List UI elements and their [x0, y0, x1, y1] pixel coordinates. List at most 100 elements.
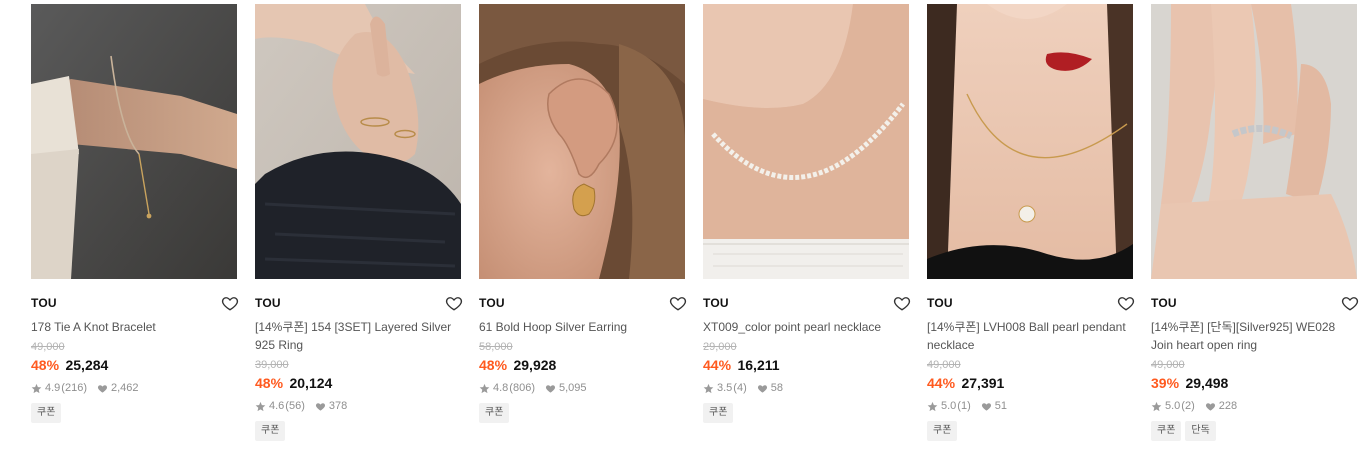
wishlist-heart-icon[interactable] — [1341, 294, 1359, 312]
product-card: TOU [14%쿠폰] [단독][Silver925] WE028 Join h… — [1151, 4, 1359, 441]
like-count: 228 — [1218, 400, 1238, 412]
original-price: 39,000 — [255, 359, 289, 371]
product-name[interactable]: 178 Tie A Knot Bracelet — [31, 318, 237, 336]
heart-icon — [545, 383, 556, 394]
product-image[interactable] — [1151, 4, 1357, 279]
heart-icon — [981, 401, 992, 412]
product-card: TOU [14%쿠폰] 154 [3SET] Layered Silver 92… — [255, 4, 463, 441]
discount-rate: 44% — [927, 375, 956, 391]
original-price: 58,000 — [479, 341, 513, 353]
coupon-badge: 쿠폰 — [31, 403, 62, 423]
original-price: 49,000 — [927, 359, 961, 371]
sale-price: 27,391 — [961, 375, 1005, 391]
brand-name: TOU — [1151, 296, 1177, 310]
brand-row: TOU — [255, 292, 463, 314]
badge-list: 쿠폰 — [255, 421, 461, 441]
original-price: 29,000 — [703, 341, 737, 353]
brand-row: TOU — [479, 292, 687, 314]
star-icon — [927, 401, 938, 412]
product-image[interactable] — [703, 4, 909, 279]
star-icon — [255, 401, 266, 412]
ring-photo — [255, 4, 461, 279]
coupon-badge: 쿠폰 — [479, 403, 510, 423]
badge-list: 쿠폰 단독 — [1151, 421, 1357, 441]
review-count: (806) — [509, 382, 535, 394]
price-row: 48% 25,284 — [31, 356, 237, 375]
product-name[interactable]: XT009_color point pearl necklace — [703, 318, 909, 336]
product-meta: 5.0 (2) 228 — [1151, 399, 1357, 413]
likes: 2,462 — [97, 381, 139, 395]
heart-icon — [1205, 401, 1216, 412]
brand-row: TOU — [703, 292, 911, 314]
brand-row: TOU — [927, 292, 1135, 314]
original-price: 49,000 — [31, 341, 65, 353]
badge-list: 쿠폰 — [31, 403, 237, 423]
product-card: TOU [14%쿠폰] LVH008 Ball pearl pendant ne… — [927, 4, 1135, 441]
review-count: (1) — [957, 400, 971, 412]
price-row: 48% 29,928 — [479, 356, 685, 375]
wishlist-heart-icon[interactable] — [445, 294, 463, 312]
brand-name: TOU — [927, 296, 953, 310]
coupon-badge: 쿠폰 — [927, 421, 958, 441]
brand-name: TOU — [703, 296, 729, 310]
rating-score: 3.5 — [717, 382, 733, 394]
sale-price: 16,211 — [737, 357, 780, 373]
product-card: TOU 178 Tie A Knot Bracelet 49,000 48% 2… — [31, 4, 239, 423]
sale-price: 29,498 — [1185, 375, 1229, 391]
earring-photo — [479, 4, 685, 279]
review-count: (56) — [285, 400, 305, 412]
star-icon — [703, 383, 714, 394]
star-icon — [31, 383, 42, 394]
wishlist-heart-icon[interactable] — [221, 294, 239, 312]
discount-rate: 48% — [31, 357, 60, 373]
coupon-badge: 쿠폰 — [255, 421, 286, 441]
product-image[interactable] — [479, 4, 685, 279]
like-count: 58 — [770, 382, 783, 394]
product-card: TOU XT009_color point pearl necklace 29,… — [703, 4, 911, 423]
brand-name: TOU — [31, 296, 57, 310]
like-count: 5,095 — [558, 382, 587, 394]
product-grid: TOU 178 Tie A Knot Bracelet 49,000 48% 2… — [0, 0, 1369, 466]
likes: 228 — [1205, 399, 1237, 413]
bracelet-photo — [31, 4, 237, 279]
star-icon — [479, 383, 490, 394]
product-name[interactable]: [14%쿠폰] [단독][Silver925] WE028 Join heart… — [1151, 318, 1357, 354]
wishlist-heart-icon[interactable] — [893, 294, 911, 312]
rating-score: 5.0 — [941, 400, 957, 412]
sale-price: 25,284 — [65, 357, 109, 373]
price-row: 48% 20,124 — [255, 374, 461, 393]
badge-list: 쿠폰 — [479, 403, 685, 423]
brand-name: TOU — [479, 296, 505, 310]
like-count: 378 — [328, 400, 348, 412]
product-image[interactable] — [255, 4, 461, 279]
product-meta: 4.9 (216) 2,462 — [31, 381, 237, 395]
pendant-necklace-photo — [927, 4, 1133, 279]
product-image[interactable] — [31, 4, 237, 279]
heart-icon — [97, 383, 108, 394]
rating-score: 4.9 — [45, 382, 61, 394]
discount-rate: 39% — [1151, 375, 1180, 391]
wishlist-heart-icon[interactable] — [1117, 294, 1135, 312]
price-row: 44% 16,211 — [703, 356, 909, 375]
star-icon — [1151, 401, 1162, 412]
price-row: 39% 29,498 — [1151, 374, 1357, 393]
discount-rate: 48% — [479, 357, 508, 373]
product-image[interactable] — [927, 4, 1133, 279]
like-count: 2,462 — [110, 382, 139, 394]
product-name[interactable]: [14%쿠폰] LVH008 Ball pearl pendant neckla… — [927, 318, 1133, 354]
brand-row: TOU — [31, 292, 239, 314]
badge-list: 쿠폰 — [927, 421, 1133, 441]
product-name[interactable]: [14%쿠폰] 154 [3SET] Layered Silver 925 Ri… — [255, 318, 461, 354]
product-meta: 5.0 (1) 51 — [927, 399, 1133, 413]
discount-rate: 48% — [255, 375, 284, 391]
likes: 378 — [315, 399, 347, 413]
wishlist-heart-icon[interactable] — [669, 294, 687, 312]
product-name[interactable]: 61 Bold Hoop Silver Earring — [479, 318, 685, 336]
product-meta: 4.6 (56) 378 — [255, 399, 461, 413]
rating-score: 4.6 — [269, 400, 285, 412]
review-count: (4) — [733, 382, 747, 394]
badge-list: 쿠폰 — [703, 403, 909, 423]
heart-icon — [315, 401, 326, 412]
price-row: 44% 27,391 — [927, 374, 1133, 393]
product-meta: 3.5 (4) 58 — [703, 381, 909, 395]
